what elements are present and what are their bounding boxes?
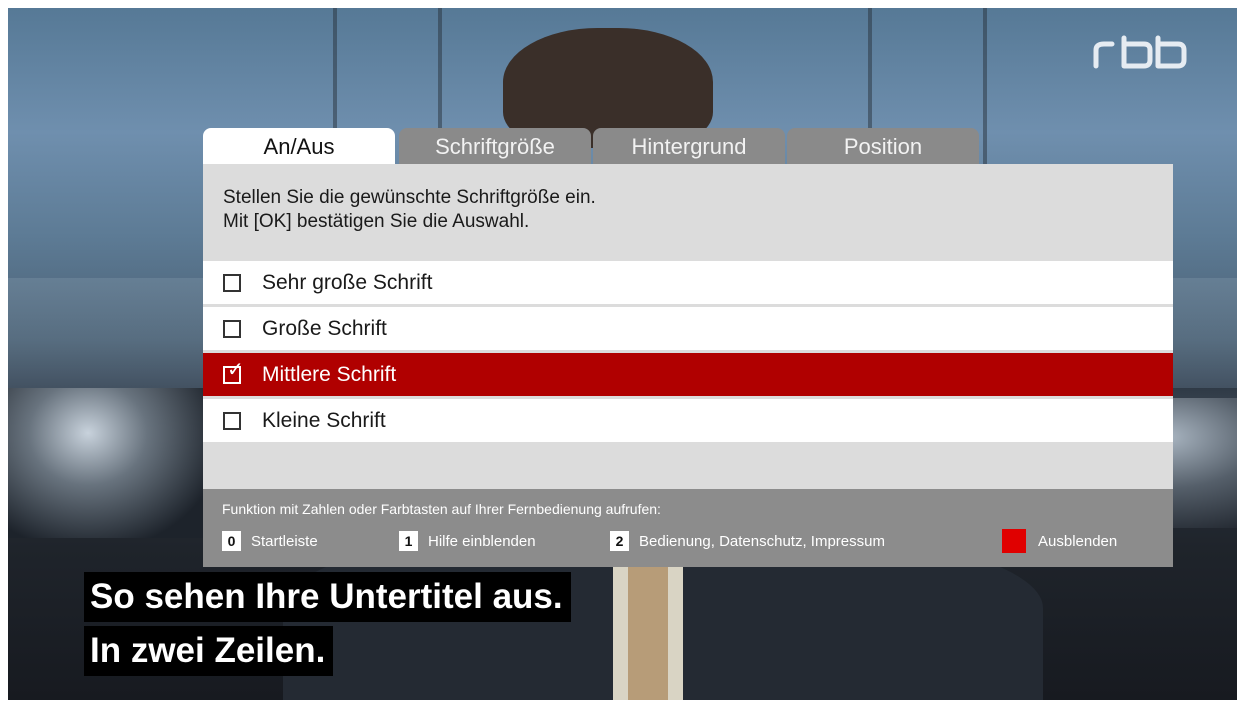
key-hilfe-einblenden[interactable]: 1 Hilfe einblenden	[399, 531, 536, 551]
checkbox-unchecked-icon[interactable]	[223, 273, 241, 292]
instruction-line-2: Mit [OK] bestätigen Sie die Auswahl.	[223, 211, 530, 232]
tab-hintergrund[interactable]: Hintergrund	[593, 128, 785, 164]
key-label: Startleiste	[251, 532, 318, 550]
tab-an-aus[interactable]: An/Aus	[203, 128, 395, 164]
subtitle-line-1: So sehen Ihre Untertitel aus.	[84, 572, 571, 622]
presenter-tie	[628, 563, 668, 700]
option-label: Mittlere Schrift	[262, 362, 397, 386]
key-bedienung[interactable]: 2 Bedienung, Datenschutz, Impressum	[610, 531, 885, 551]
key-label: Bedienung, Datenschutz, Impressum	[639, 532, 885, 550]
tab-position[interactable]: Position	[787, 128, 979, 164]
checkbox-unchecked-icon[interactable]	[223, 319, 241, 338]
panel-body: Stellen Sie die gewünschte Schriftgröße …	[203, 164, 1173, 489]
subtitle-line-2: In zwei Zeilen.	[84, 626, 334, 676]
red-key-icon	[1002, 529, 1026, 553]
instruction-line-1: Stellen Sie die gewünschte Schriftgröße …	[223, 187, 596, 208]
instructions: Stellen Sie die gewünschte Schriftgröße …	[203, 164, 1173, 261]
key-ausblenden[interactable]: Ausblenden	[1002, 529, 1117, 553]
key-hints: 0 Startleiste 1 Hilfe einblenden 2 Bedie…	[222, 529, 1162, 553]
option-label: Sehr große Schrift	[262, 270, 433, 294]
option-mittlere-schrift[interactable]: ✓ Mittlere Schrift	[203, 353, 1173, 396]
rbb-logo	[1093, 35, 1187, 69]
footer-hint: Funktion mit Zahlen oder Farbtasten auf …	[222, 501, 661, 517]
option-sehr-grosse-schrift[interactable]: Sehr große Schrift	[203, 261, 1173, 304]
tab-schriftgroesse[interactable]: Schriftgröße	[399, 128, 591, 164]
remote-control-footer: Funktion mit Zahlen oder Farbtasten auf …	[203, 489, 1173, 567]
subtitle-preview: So sehen Ihre Untertitel aus. In zwei Ze…	[84, 572, 571, 676]
key-startleiste[interactable]: 0 Startleiste	[222, 531, 318, 551]
option-kleine-schrift[interactable]: Kleine Schrift	[203, 399, 1173, 442]
key-number: 0	[222, 531, 241, 551]
checkbox-unchecked-icon[interactable]	[223, 411, 241, 430]
key-number: 1	[399, 531, 418, 551]
key-label: Hilfe einblenden	[428, 532, 536, 550]
subtitle-settings-panel: An/Aus Schriftgröße Hintergrund Position…	[203, 128, 1173, 567]
option-label: Kleine Schrift	[262, 408, 386, 432]
panel-spacer	[203, 445, 1173, 489]
option-grosse-schrift[interactable]: Große Schrift	[203, 307, 1173, 350]
checkbox-checked-icon[interactable]: ✓	[223, 360, 244, 384]
tab-bar: An/Aus Schriftgröße Hintergrund Position	[203, 128, 1173, 164]
city-lights-left	[8, 388, 208, 538]
option-label: Große Schrift	[262, 316, 387, 340]
key-label: Ausblenden	[1038, 532, 1118, 550]
key-number: 2	[610, 531, 629, 551]
